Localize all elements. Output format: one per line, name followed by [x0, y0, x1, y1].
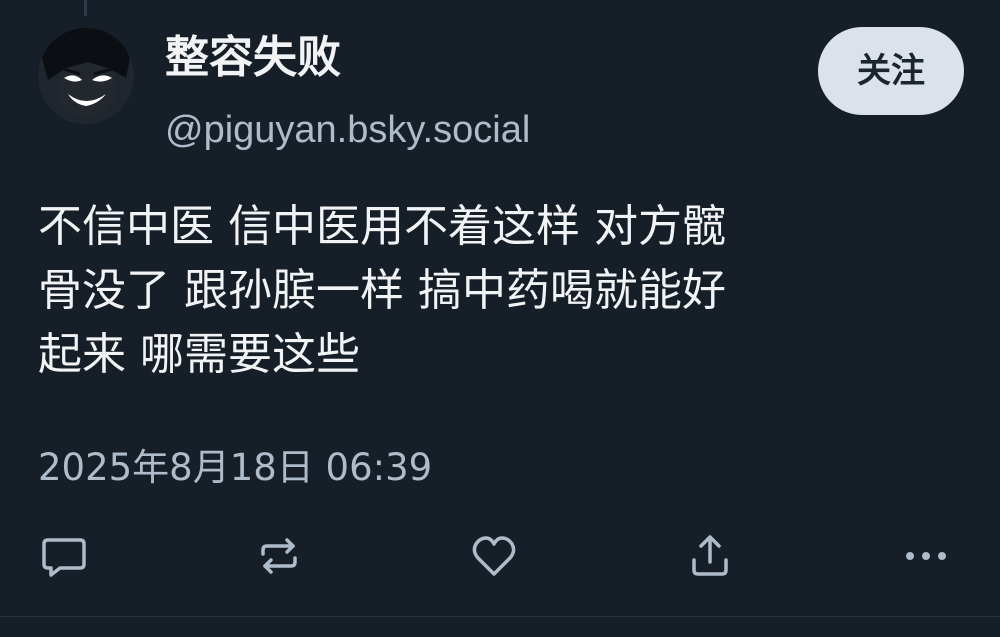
- more-button[interactable]: [900, 530, 952, 582]
- post-text: 不信中医 信中医用不着这样 对方髋 骨没了 跟孙膑一样 搞中药喝就能好 起来 哪…: [38, 201, 726, 380]
- reply-button[interactable]: [38, 530, 90, 582]
- heart-icon: [472, 536, 516, 576]
- post-timestamp[interactable]: 2025年8月18日 06:39: [38, 442, 432, 494]
- more-icon: [906, 552, 946, 560]
- follow-button[interactable]: 关注: [818, 27, 964, 115]
- anime-face-icon: [38, 28, 134, 124]
- author-display-name[interactable]: 整容失败: [165, 28, 341, 88]
- repost-button[interactable]: [253, 530, 305, 582]
- share-button[interactable]: [684, 530, 736, 582]
- like-button[interactable]: [468, 530, 520, 582]
- repost-icon: [261, 538, 297, 574]
- divider: [0, 616, 1000, 617]
- avatar[interactable]: [38, 28, 134, 124]
- share-icon: [692, 535, 728, 576]
- author-handle[interactable]: @piguyan.bsky.social: [165, 104, 530, 156]
- reply-icon: [42, 538, 86, 577]
- thread-line: [84, 0, 87, 16]
